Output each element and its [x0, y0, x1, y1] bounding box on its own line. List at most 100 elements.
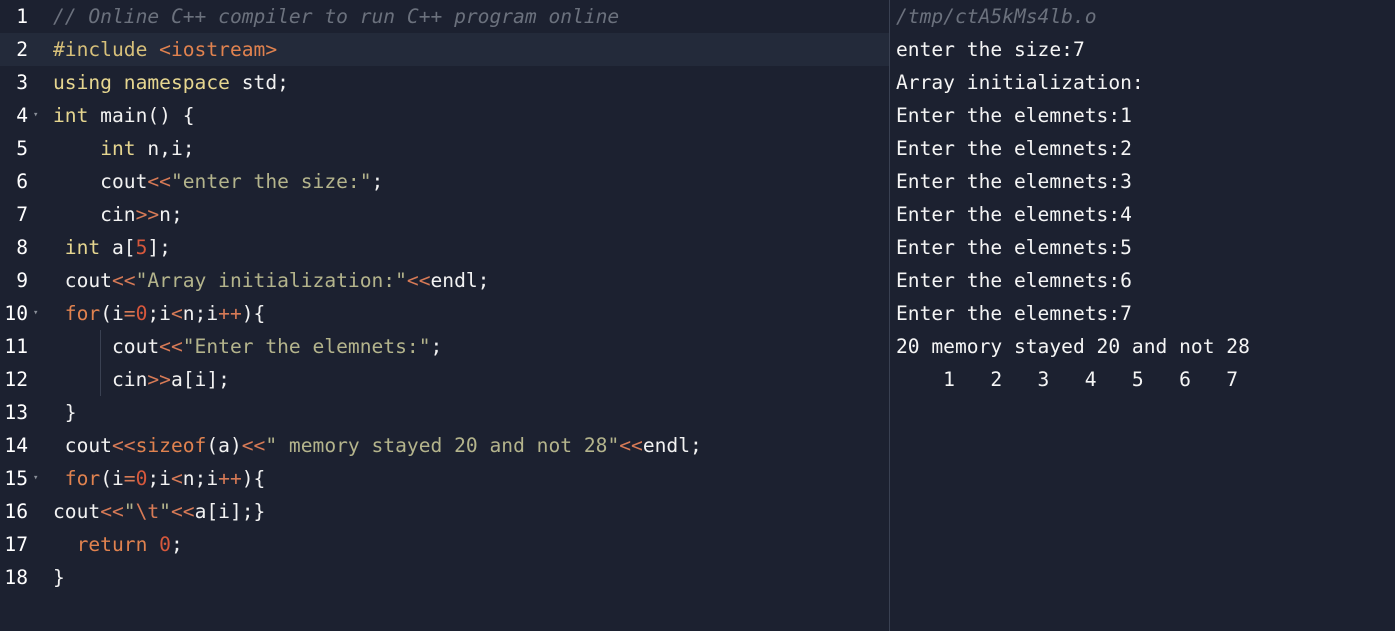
code-token: }: [53, 566, 65, 589]
output-line: Enter the elemnets:1: [896, 104, 1132, 127]
line-number: 8: [16, 236, 28, 259]
code-token: ": [123, 500, 136, 523]
line-number: 6: [16, 170, 28, 193]
code-token: <: [170, 467, 183, 490]
code-token: cout: [53, 269, 112, 292]
line-number: 4: [16, 104, 28, 127]
code-token: a[: [100, 236, 136, 259]
code-token: (i: [100, 467, 124, 490]
code-token: ;i: [147, 302, 171, 325]
code-line[interactable]: 6 cout<<"enter the size:";: [0, 165, 889, 198]
output-line: Enter the elemnets:2: [896, 137, 1132, 160]
code-line[interactable]: 7 cin>>n;: [0, 198, 889, 231]
output-line: Enter the elemnets:3: [896, 170, 1132, 193]
code-line[interactable]: 15 ▾ for(i=0;i<n;i++){: [0, 462, 889, 495]
line-number: 5: [16, 137, 28, 160]
line-number: 7: [16, 203, 28, 226]
code-token: =: [123, 467, 136, 490]
code-token: cin: [53, 203, 136, 226]
code-text: int a[5];: [53, 231, 171, 264]
code-token: cout: [53, 170, 148, 193]
output-line: Enter the elemnets:7: [896, 302, 1132, 325]
code-token: <<: [406, 269, 431, 292]
code-token: n;: [159, 203, 183, 226]
code-token: ;: [170, 533, 183, 556]
code-token: (i: [100, 302, 124, 325]
code-line[interactable]: 18}: [0, 561, 889, 594]
output-line: Enter the elemnets:6: [896, 269, 1132, 292]
code-line[interactable]: 14 cout<<sizeof(a)<<" memory stayed 20 a…: [0, 429, 889, 462]
code-token: 0: [159, 533, 171, 556]
output-line: 1 2 3 4 5 6 7: [896, 368, 1239, 391]
code-token: =: [123, 302, 136, 325]
code-text: int main() {: [53, 99, 195, 132]
code-text: return 0;: [53, 528, 183, 561]
code-token: <<: [111, 434, 136, 457]
line-number: 1: [16, 5, 28, 28]
code-text: for(i=0;i<n;i++){: [53, 462, 266, 495]
line-number: 13: [4, 401, 28, 424]
code-token: 0: [135, 302, 148, 325]
code-line[interactable]: 13 }: [0, 396, 889, 429]
code-token: >>: [147, 368, 171, 391]
line-number: 12: [4, 368, 28, 391]
code-token: ++: [218, 467, 242, 490]
code-token: sizeof: [135, 434, 207, 457]
code-token: cout: [53, 434, 112, 457]
code-text: #include <iostream>: [53, 33, 277, 66]
code-token: <<: [159, 335, 183, 358]
code-line[interactable]: 8 int a[5];: [0, 231, 889, 264]
code-token: <<: [111, 269, 136, 292]
fold-toggle-icon[interactable]: ▾: [33, 99, 38, 132]
code-line[interactable]: 16 cout<<"\t"<<a[i];}: [0, 495, 889, 528]
code-token: "enter the size:": [170, 170, 372, 193]
code-token: a[i];: [170, 368, 230, 391]
code-token: endl;: [642, 434, 702, 457]
code-line[interactable]: 11 cout<<"Enter the elemnets:";: [0, 330, 889, 363]
code-line[interactable]: 1 // Online C++ compiler to run C++ progr…: [0, 0, 889, 33]
code-line[interactable]: 17 return 0;: [0, 528, 889, 561]
code-token: endl;: [430, 269, 490, 292]
output-file-path: /tmp/ctA5kMs4lb.o: [896, 5, 1097, 28]
code-line[interactable]: 4 ▾ int main() {: [0, 99, 889, 132]
fold-toggle-icon[interactable]: ▾: [33, 297, 38, 330]
code-token: int: [53, 104, 89, 127]
code-token: a[i];}: [194, 500, 266, 523]
code-token: (a): [206, 434, 242, 457]
code-line[interactable]: 12 cin>>a[i];: [0, 363, 889, 396]
code-token: "Enter the elemnets:": [182, 335, 431, 358]
line-number: 16: [4, 500, 28, 523]
code-text: cout<<"Enter the elemnets:";: [53, 330, 442, 363]
code-text: cin>>n;: [53, 198, 183, 231]
code-line[interactable]: 3 using namespace std;: [0, 66, 889, 99]
code-token: ){: [241, 302, 266, 325]
code-token: <: [170, 302, 183, 325]
line-number: 9: [16, 269, 28, 292]
code-token: <<: [170, 500, 195, 523]
output-panel: /tmp/ctA5kMs4lb.o enter the size:7 Array …: [890, 0, 1395, 631]
code-token: cin: [53, 368, 148, 391]
code-token: ;i: [147, 467, 171, 490]
code-token: <iostream>: [159, 38, 278, 61]
code-editor[interactable]: 1 // Online C++ compiler to run C++ progr…: [0, 0, 889, 631]
code-token: <<: [241, 434, 266, 457]
compiler-app: 1 // Online C++ compiler to run C++ progr…: [0, 0, 1395, 631]
code-token: <<: [619, 434, 643, 457]
code-line[interactable]: 5 int n,i;: [0, 132, 889, 165]
code-line[interactable]: 9 cout<<"Array initialization:"<<endl;: [0, 264, 889, 297]
code-token: n;i: [182, 467, 219, 490]
fold-toggle-icon[interactable]: ▾: [33, 462, 38, 495]
code-text: }: [53, 396, 77, 429]
code-line[interactable]: 10 ▾ for(i=0;i<n;i++){: [0, 297, 889, 330]
code-text: int n,i;: [53, 132, 194, 165]
code-token: >>: [135, 203, 160, 226]
code-line[interactable]: 2 #include <iostream>: [0, 33, 889, 66]
code-token: 0: [135, 467, 148, 490]
code-token: \t: [135, 500, 160, 523]
code-text: }: [53, 561, 65, 594]
